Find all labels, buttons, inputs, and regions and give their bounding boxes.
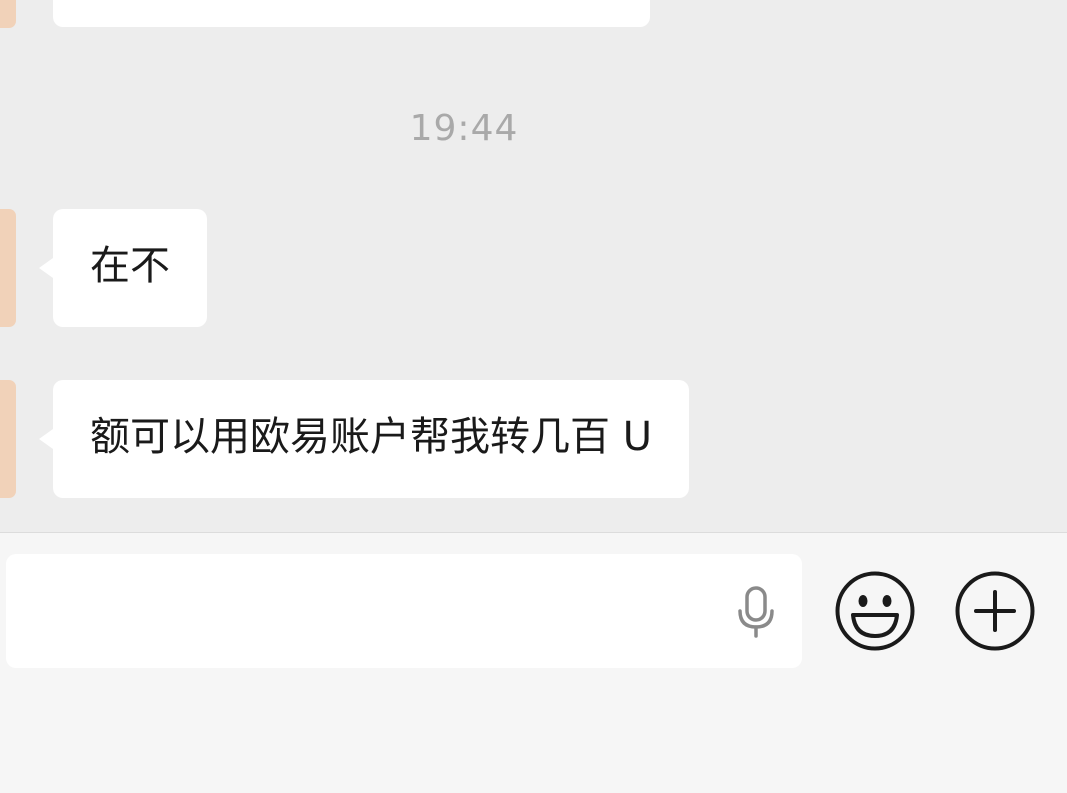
message-timestamp: 19:44	[409, 108, 519, 149]
emoji-icon[interactable]	[834, 570, 916, 652]
microphone-icon[interactable]	[728, 584, 784, 640]
contact-avatar[interactable]	[0, 380, 16, 498]
plus-icon[interactable]	[954, 570, 1036, 652]
message-bubble[interactable]: 在不	[39, 209, 207, 327]
message-text: 额可以用欧易账户帮我转几百 U	[90, 414, 652, 460]
contact-avatar[interactable]	[0, 209, 16, 327]
chat-message-area[interactable]: 19:44 在不 额可以用欧易账户帮我转几百 U	[0, 0, 1067, 532]
message-bubble[interactable]: 额可以用欧易账户帮我转几百 U	[39, 380, 689, 498]
message-input-field[interactable]	[6, 554, 802, 668]
bubble-tail	[39, 429, 53, 449]
contact-avatar[interactable]	[0, 0, 16, 28]
bubble-tail	[39, 258, 53, 278]
message-text: 在不	[90, 243, 170, 289]
previous-message-bubble[interactable]	[53, 0, 650, 27]
chat-input-bar	[0, 532, 1067, 793]
